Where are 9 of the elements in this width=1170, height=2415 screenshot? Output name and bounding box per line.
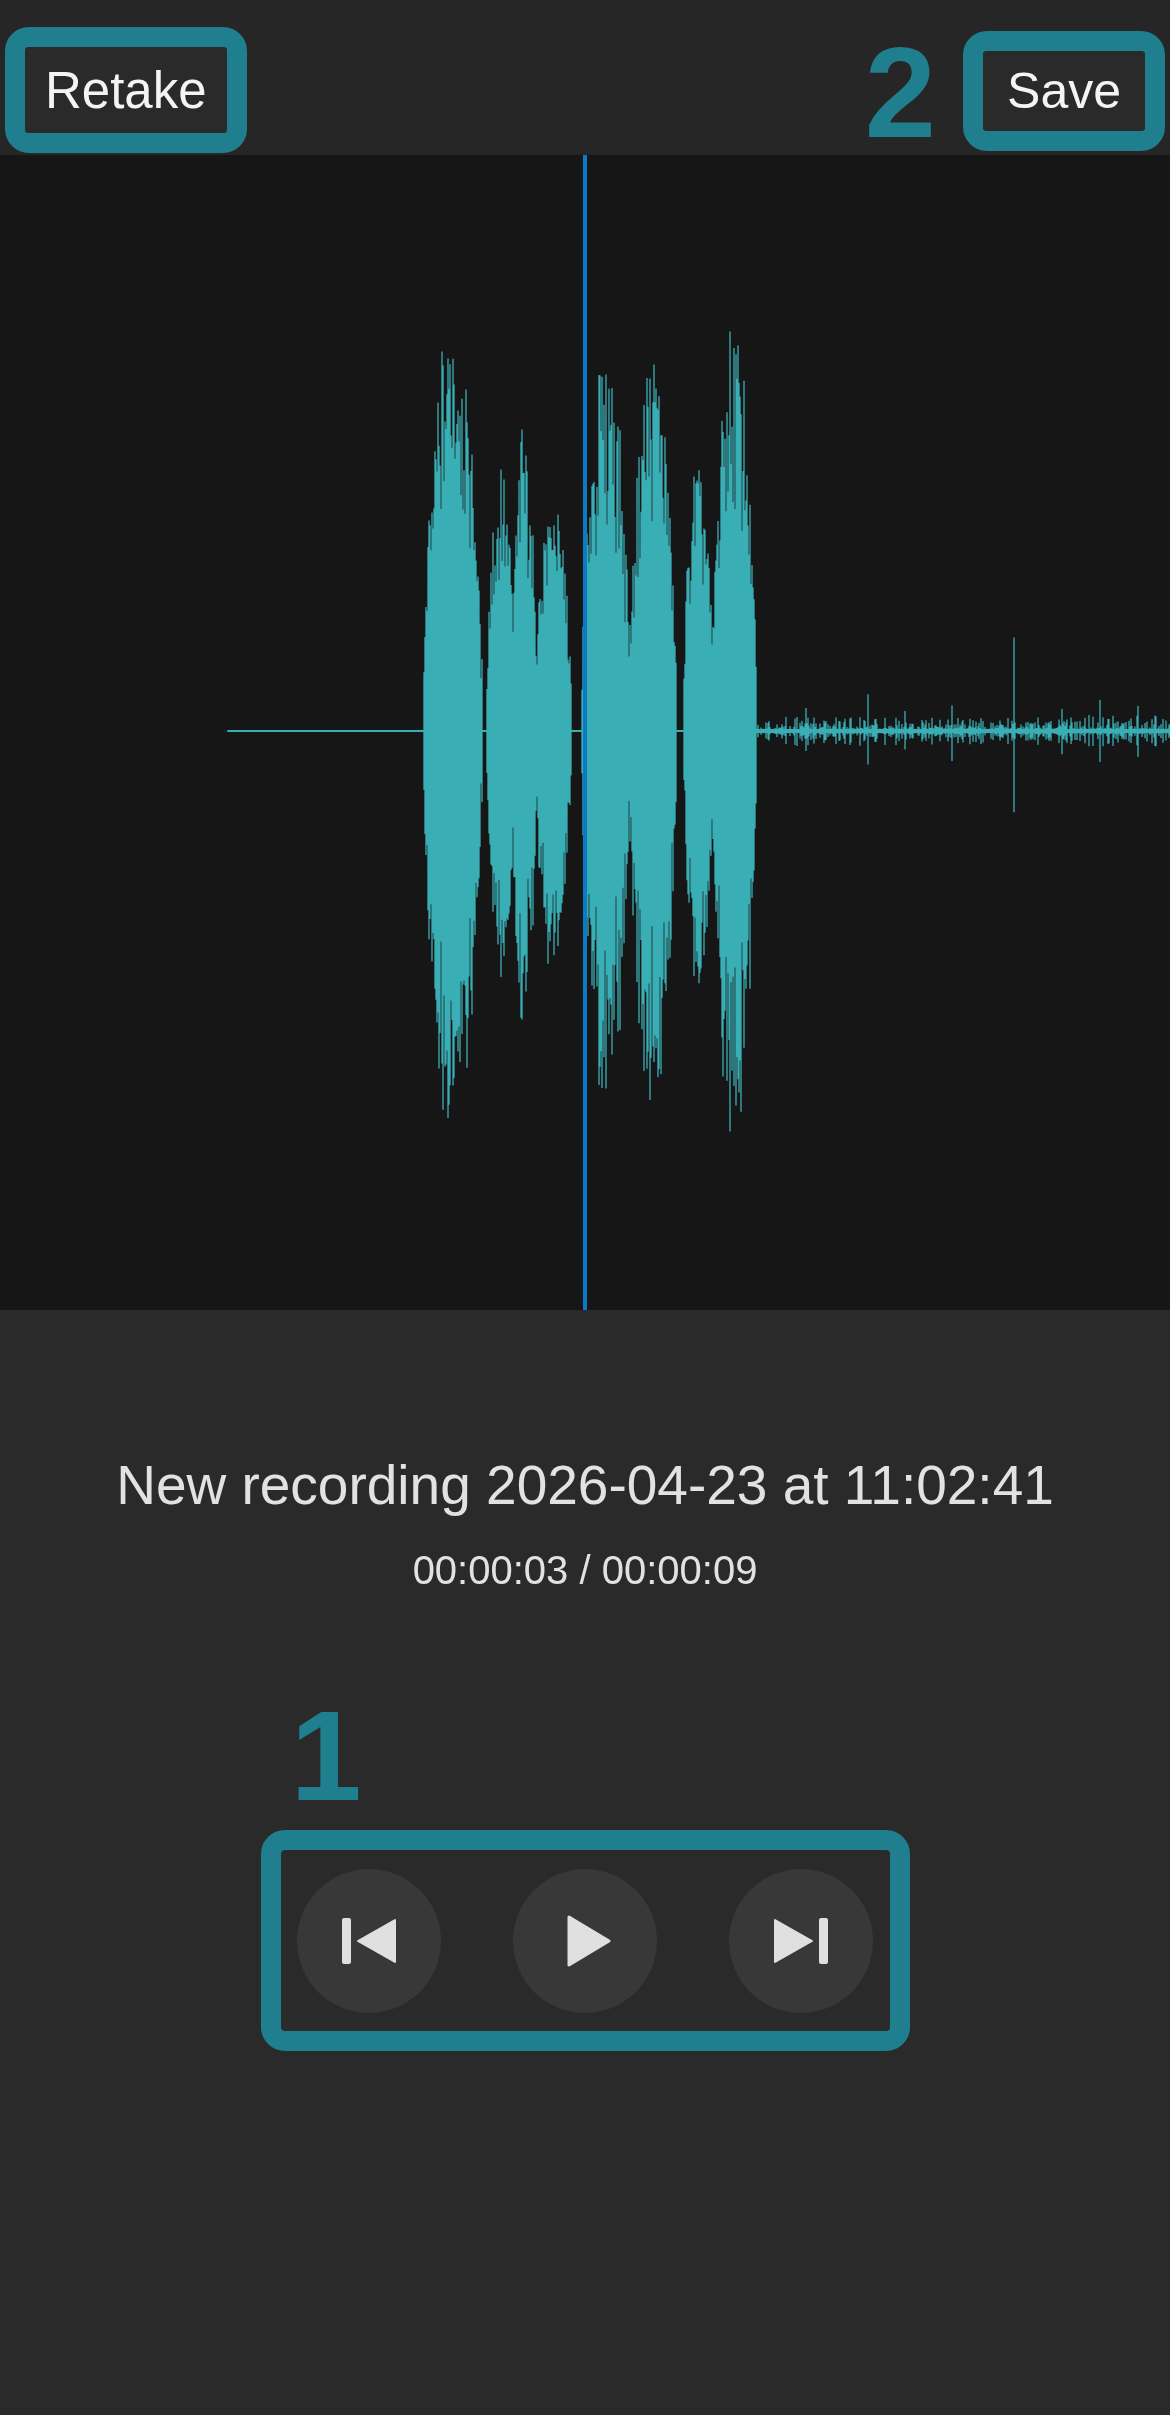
recording-title: New recording 2026-04-23 at 11:02:41 bbox=[116, 1453, 1054, 1517]
callout-number: 1 bbox=[290, 1696, 362, 1816]
save-button[interactable]: Save bbox=[983, 51, 1145, 131]
play-icon bbox=[567, 1914, 611, 1967]
skip-back-icon bbox=[342, 1917, 396, 1964]
retake-button[interactable]: Retake bbox=[25, 47, 227, 133]
callout-number: 2 bbox=[864, 33, 937, 153]
playback-time: 00:00:03 / 00:00:09 bbox=[412, 1547, 758, 1594]
skip-forward-icon bbox=[774, 1917, 828, 1964]
